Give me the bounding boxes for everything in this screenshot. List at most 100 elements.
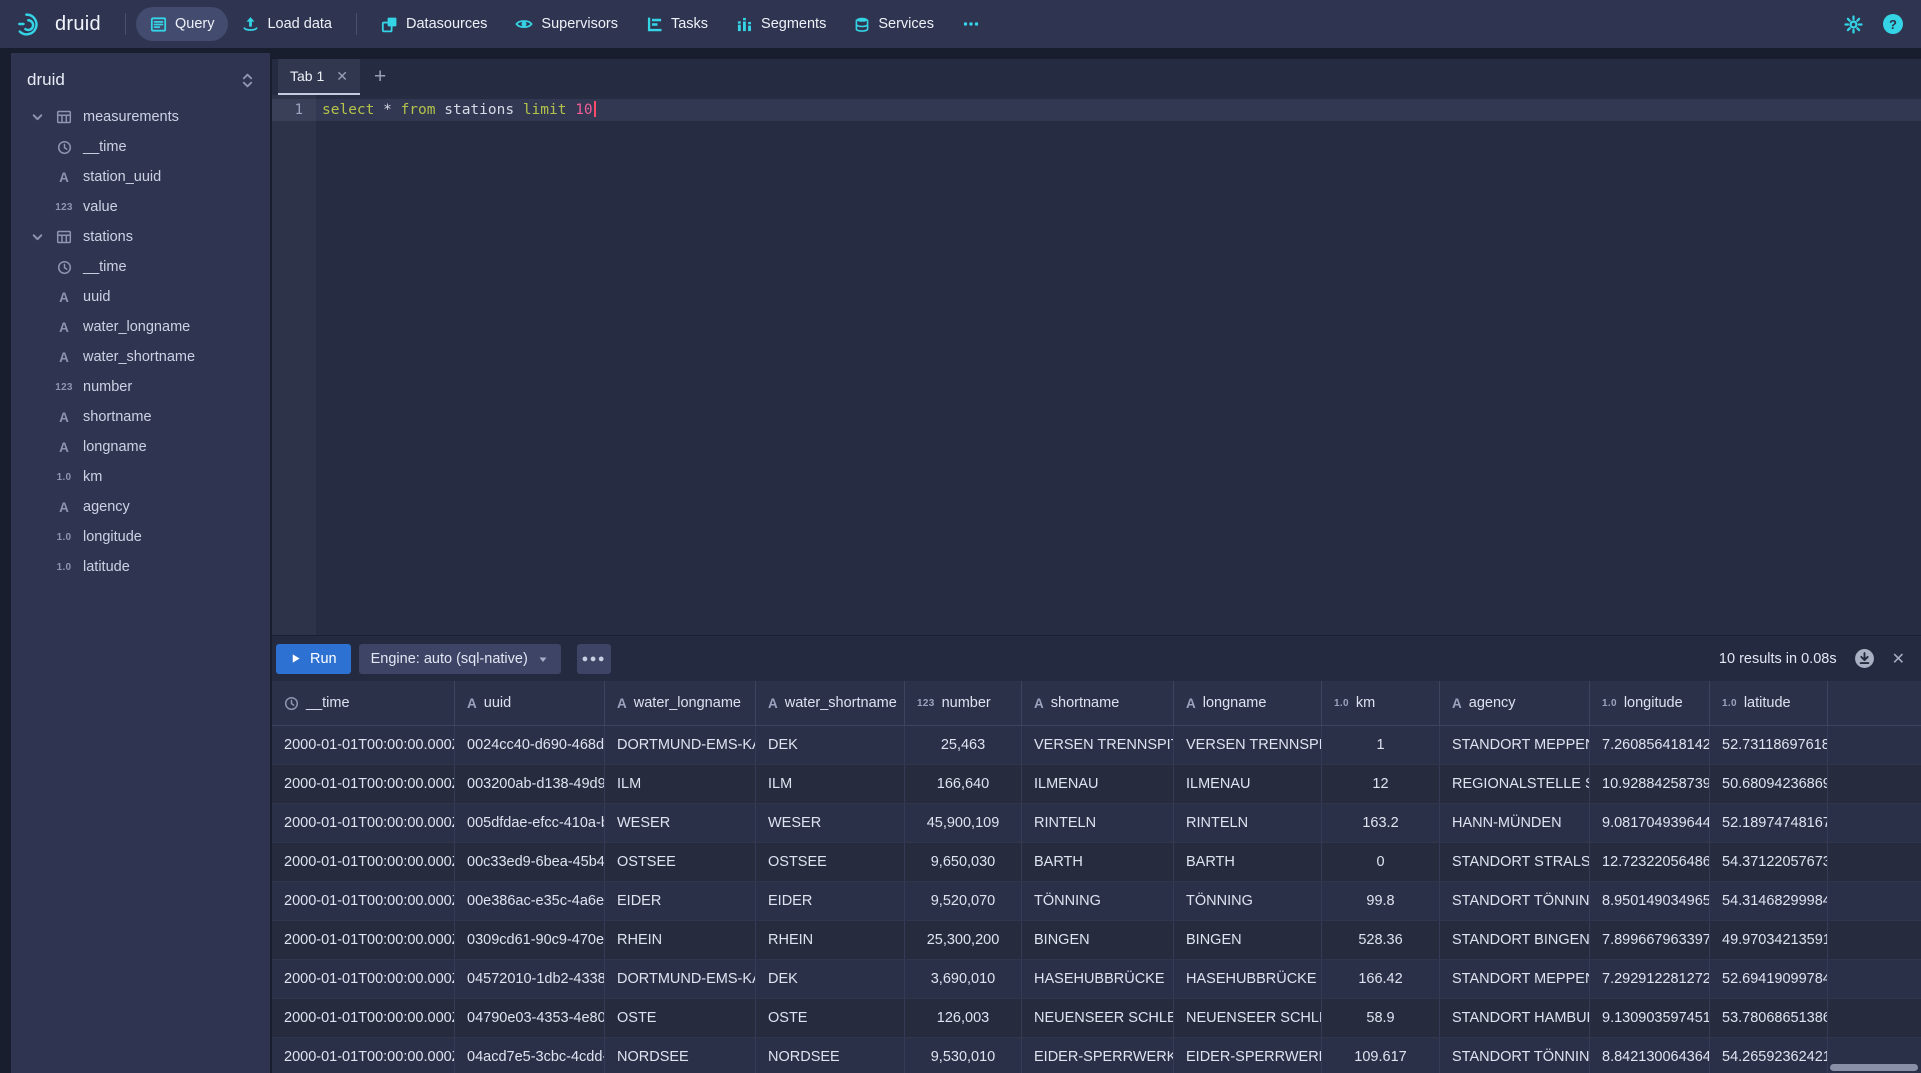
cell-km[interactable]: 528.36: [1322, 921, 1440, 959]
cell-__time[interactable]: 2000-01-01T00:00:00.000Z: [272, 843, 455, 881]
col-header-agency[interactable]: Aagency: [1440, 681, 1590, 725]
cell-uuid[interactable]: 0024cc40-d690-468d-a: [455, 726, 605, 764]
tree-item-water_shortname[interactable]: Awater_shortname: [11, 342, 270, 372]
settings-gear-icon[interactable]: [1844, 15, 1863, 34]
cell-latitude[interactable]: 52.7311869761806: [1710, 726, 1828, 764]
cell-agency[interactable]: STANDORT BINGEN: [1440, 921, 1590, 959]
cell-water_longname[interactable]: OSTE: [605, 999, 756, 1037]
cell-uuid[interactable]: 005dfdae-efcc-410a-b: [455, 804, 605, 842]
cell-__time[interactable]: 2000-01-01T00:00:00.000Z: [272, 960, 455, 998]
nav-segments[interactable]: Segments: [722, 7, 840, 41]
cell-longitude[interactable]: 12.723220564867: [1590, 843, 1710, 881]
tab-close-icon[interactable]: ✕: [336, 68, 348, 85]
cell-water_longname[interactable]: ILM: [605, 765, 756, 803]
cell-number[interactable]: 25,463: [905, 726, 1022, 764]
col-header-km[interactable]: 1.0km: [1322, 681, 1440, 725]
cell-shortname[interactable]: HASEHUBBRÜCKE: [1022, 960, 1174, 998]
cell-water_longname[interactable]: RHEIN: [605, 921, 756, 959]
cell-agency[interactable]: STANDORT MEPPEN: [1440, 960, 1590, 998]
cell-uuid[interactable]: 003200ab-d138-49d9-a: [455, 765, 605, 803]
col-header-shortname[interactable]: Ashortname: [1022, 681, 1174, 725]
cell-km[interactable]: 163.2: [1322, 804, 1440, 842]
col-header-longitude[interactable]: 1.0longitude: [1590, 681, 1710, 725]
tree-item-measurements[interactable]: measurements: [11, 102, 270, 132]
cell-latitude[interactable]: 54.371220576733: [1710, 843, 1828, 881]
tree-item-stations[interactable]: stations: [11, 222, 270, 252]
col-header-uuid[interactable]: Auuid: [455, 681, 605, 725]
cell-agency[interactable]: STANDORT STRALSUND: [1440, 843, 1590, 881]
cell-water_shortname[interactable]: OSTE: [756, 999, 905, 1037]
cell-__time[interactable]: 2000-01-01T00:00:00.000Z: [272, 882, 455, 920]
cell-longname[interactable]: TÖNNING: [1174, 882, 1322, 920]
cell-longname[interactable]: NEUENSEER SCHLEUSE: [1174, 999, 1322, 1037]
tree-item-__time[interactable]: __time: [11, 252, 270, 282]
nav-load-data[interactable]: Load data: [228, 7, 346, 41]
cell-number[interactable]: 3,690,010: [905, 960, 1022, 998]
tree-item-longitude[interactable]: 1.0longitude: [11, 522, 270, 552]
nav-tasks[interactable]: Tasks: [632, 7, 722, 41]
tree-item-km[interactable]: 1.0km: [11, 462, 270, 492]
cell-water_longname[interactable]: WESER: [605, 804, 756, 842]
cell-water_shortname[interactable]: DEK: [756, 726, 905, 764]
cell-longitude[interactable]: 8.9501490349654: [1590, 882, 1710, 920]
cell-km[interactable]: 12: [1322, 765, 1440, 803]
help-icon[interactable]: ?: [1883, 14, 1903, 34]
cell-uuid[interactable]: 00c33ed9-6bea-45b4-a: [455, 843, 605, 881]
nav-query[interactable]: Query: [136, 7, 229, 41]
cell-km[interactable]: 99.8: [1322, 882, 1440, 920]
run-button[interactable]: Run: [276, 644, 351, 674]
col-header-number[interactable]: 123number: [905, 681, 1022, 725]
cell-agency[interactable]: HANN-MÜNDEN: [1440, 804, 1590, 842]
cell-water_longname[interactable]: DORTMUND-EMS-KANAL: [605, 960, 756, 998]
cell-longname[interactable]: EIDER-SPERRWERK AP: [1174, 1038, 1322, 1073]
cell-number[interactable]: 126,003: [905, 999, 1022, 1037]
cell-km[interactable]: 166.42: [1322, 960, 1440, 998]
tree-item-number[interactable]: 123number: [11, 372, 270, 402]
tab-1[interactable]: Tab 1 ✕: [278, 59, 360, 95]
cell-longitude[interactable]: 10.928842587394: [1590, 765, 1710, 803]
cell-shortname[interactable]: EIDER-SPERRWERK AP: [1022, 1038, 1174, 1073]
cell-number[interactable]: 9,650,030: [905, 843, 1022, 881]
col-header-latitude[interactable]: 1.0latitude: [1710, 681, 1828, 725]
close-results-icon[interactable]: ✕: [1892, 649, 1905, 669]
cell-longitude[interactable]: 7.26085641814285: [1590, 726, 1710, 764]
cell-uuid[interactable]: 04790e03-4353-4e80-a: [455, 999, 605, 1037]
brand[interactable]: druid: [16, 9, 101, 39]
tree-item-shortname[interactable]: Ashortname: [11, 402, 270, 432]
cell-water_longname[interactable]: OSTSEE: [605, 843, 756, 881]
cell-shortname[interactable]: RINTELN: [1022, 804, 1174, 842]
cell-water_shortname[interactable]: WESER: [756, 804, 905, 842]
tree-item-uuid[interactable]: Auuid: [11, 282, 270, 312]
cell-shortname[interactable]: BINGEN: [1022, 921, 1174, 959]
sql-query-text[interactable]: select * from stations limit 10: [322, 99, 596, 121]
tree-item-water_longname[interactable]: Awater_longname: [11, 312, 270, 342]
cell-shortname[interactable]: TÖNNING: [1022, 882, 1174, 920]
tree-item-agency[interactable]: Aagency: [11, 492, 270, 522]
cell-water_shortname[interactable]: DEK: [756, 960, 905, 998]
cell-agency[interactable]: STANDORT HAMBURG: [1440, 999, 1590, 1037]
cell-latitude[interactable]: 49.970342135919: [1710, 921, 1828, 959]
cell-uuid[interactable]: 04acd7e5-3cbc-4cdd-b: [455, 1038, 605, 1073]
more-options-button[interactable]: ●●●: [577, 644, 611, 674]
cell-number[interactable]: 45,900,109: [905, 804, 1022, 842]
cell-__time[interactable]: 2000-01-01T00:00:00.000Z: [272, 921, 455, 959]
cell-shortname[interactable]: NEUENSEER SCHLEUSE: [1022, 999, 1174, 1037]
cell-__time[interactable]: 2000-01-01T00:00:00.000Z: [272, 999, 455, 1037]
cell-water_shortname[interactable]: ILM: [756, 765, 905, 803]
cell-water_shortname[interactable]: EIDER: [756, 882, 905, 920]
cell-longname[interactable]: BINGEN: [1174, 921, 1322, 959]
cell-__time[interactable]: 2000-01-01T00:00:00.000Z: [272, 804, 455, 842]
col-header-longname[interactable]: Alongname: [1174, 681, 1322, 725]
cell-water_shortname[interactable]: NORDSEE: [756, 1038, 905, 1073]
cell-shortname[interactable]: VERSEN TRENNSPITZE: [1022, 726, 1174, 764]
cell-number[interactable]: 9,520,070: [905, 882, 1022, 920]
cell-longitude[interactable]: 9.1309035974510: [1590, 999, 1710, 1037]
cell-uuid[interactable]: 0309cd61-90c9-470e-a: [455, 921, 605, 959]
nav-datasources[interactable]: Datasources: [367, 7, 501, 41]
cell-shortname[interactable]: ILMENAU: [1022, 765, 1174, 803]
cell-number[interactable]: 9,530,010: [905, 1038, 1022, 1073]
cell-water_shortname[interactable]: RHEIN: [756, 921, 905, 959]
cell-longitude[interactable]: 8.8421300643644: [1590, 1038, 1710, 1073]
tree-item-longname[interactable]: Alongname: [11, 432, 270, 462]
cell-uuid[interactable]: 00e386ac-e35c-4a6e-a: [455, 882, 605, 920]
